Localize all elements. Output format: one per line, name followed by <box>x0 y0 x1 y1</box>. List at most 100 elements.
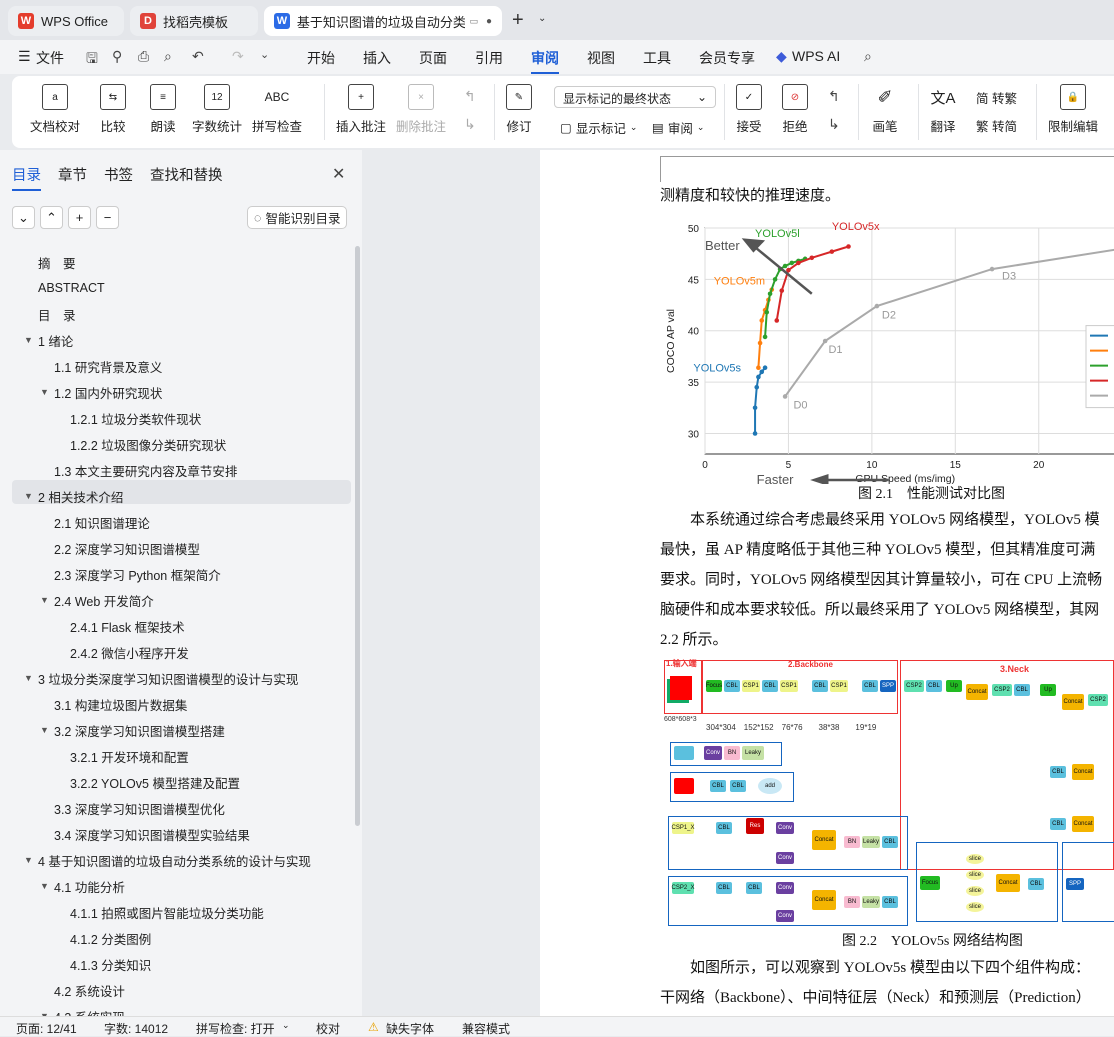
toc-item[interactable]: 4.1.3 分类知识 <box>0 952 350 976</box>
toc-item[interactable]: 3.3 深度学习知识图谱模型优化 <box>0 796 350 820</box>
toc-item[interactable]: ▼ 3 垃圾分类深度学习知识图谱模型的设计与实现 <box>0 666 350 690</box>
prev-comment-icon[interactable]: ↰ <box>464 88 476 105</box>
doc-check-button[interactable]: a 文档校对 <box>30 84 80 135</box>
toc-item[interactable]: 3.1 构建垃圾图片数据集 <box>0 692 350 716</box>
menu-wps-ai[interactable]: WPS AI <box>792 48 840 64</box>
missing-font-status[interactable]: 缺失字体 <box>386 1020 434 1037</box>
toc-item[interactable]: 2.4.2 微信小程序开发 <box>0 640 350 664</box>
toc-item[interactable]: 4.2 系统设计 <box>0 978 350 1002</box>
collapse-up-button[interactable]: ⌃ <box>40 206 63 229</box>
tab-toc[interactable]: 目录 <box>12 164 41 191</box>
toc-item[interactable]: 1.3 本文主要研究内容及章节安排 <box>0 458 350 482</box>
pen-button[interactable]: ✐ 画笔 <box>872 84 898 135</box>
to-traditional-button[interactable]: 简 转繁 <box>976 88 1017 107</box>
proofread-status[interactable]: 校对 <box>316 1020 340 1037</box>
toc-item[interactable]: 4.1.2 分类图例 <box>0 926 350 950</box>
toc-item[interactable]: 2.4.1 Flask 框架技术 <box>0 614 350 638</box>
expand-arrow-icon[interactable]: ▼ <box>24 855 33 865</box>
toc-item[interactable]: ▼ 4.1 功能分析 <box>0 874 350 898</box>
add-toc-button[interactable]: + <box>68 206 91 229</box>
expand-arrow-icon[interactable]: ▼ <box>24 491 33 501</box>
close-icon[interactable]: ✕ <box>332 164 345 184</box>
toc-item[interactable]: 4.1.1 拍照或图片智能垃圾分类功能 <box>0 900 350 924</box>
show-markup-button[interactable]: ▢ 显示标记 ⌄ <box>560 118 637 137</box>
toc-item[interactable]: 1.1 研究背景及意义 <box>0 354 350 378</box>
tab-sections[interactable]: 章节 <box>58 164 87 185</box>
remove-toc-button[interactable]: − <box>96 206 119 229</box>
unsaved-dot-icon[interactable]: ● <box>486 16 492 27</box>
scrollbar[interactable] <box>355 246 360 826</box>
accept-button[interactable]: ✓ 接受 <box>736 84 762 135</box>
toc-item[interactable]: ▼ 4 基于知识图谱的垃圾自动分类系统的设计与实现 <box>0 848 350 872</box>
expand-arrow-icon[interactable]: ▼ <box>40 881 49 891</box>
revise-button[interactable]: ✎ 修订 <box>506 84 532 135</box>
toc-item[interactable]: ▼ 2 相关技术介绍 <box>0 484 350 508</box>
search-icon[interactable]: ⌕ <box>864 48 872 65</box>
spell-check-status[interactable]: 拼写检查: 打开 <box>196 1020 275 1037</box>
menu-tools[interactable]: 工具 <box>643 48 671 68</box>
to-simplified-button[interactable]: 繁 转简 <box>976 116 1017 135</box>
menu-member[interactable]: 会员专享 <box>699 48 755 68</box>
menu-insert[interactable]: 插入 <box>363 48 391 68</box>
print-preview-icon[interactable]: ⌕ <box>164 48 172 65</box>
restrict-edit-button[interactable]: 🔒 限制编辑 <box>1048 84 1098 135</box>
toc-item[interactable]: 3.4 深度学习知识图谱模型实验结果 <box>0 822 350 846</box>
toc-item[interactable]: ▼ 3.2 深度学习知识图谱模型搭建 <box>0 718 350 742</box>
chevron-down-icon[interactable]: ⌄ <box>260 48 269 61</box>
expand-arrow-icon[interactable]: ▼ <box>24 673 33 683</box>
menu-reference[interactable]: 引用 <box>475 48 503 68</box>
tab-wps-office[interactable]: W WPS Office <box>8 6 124 36</box>
word-count[interactable]: 字数: 14012 <box>104 1020 168 1037</box>
tab-document[interactable]: W 基于知识图谱的垃圾自动分类 ▭ ● <box>264 6 502 36</box>
page-indicator[interactable]: 页面: 12/41 <box>16 1020 77 1037</box>
prev-change-icon[interactable]: ↰ <box>828 88 840 105</box>
word-count-button[interactable]: 12 字数统计 <box>192 84 242 135</box>
delete-comment-button[interactable]: × 删除批注 <box>396 84 446 135</box>
expand-arrow-icon[interactable]: ▼ <box>40 725 49 735</box>
toc-item[interactable]: 2.3 深度学习 Python 框架简介 <box>0 562 350 586</box>
menu-view[interactable]: 视图 <box>587 48 615 68</box>
tab-find-replace[interactable]: 查找和替换 <box>150 164 223 185</box>
next-comment-icon[interactable]: ↳ <box>464 116 476 133</box>
chevron-down-icon[interactable]: ⌄ <box>538 13 546 24</box>
reject-button[interactable]: ⊘ 拒绝 <box>782 84 808 135</box>
toc-item[interactable]: ▼ 1.2 国内外研究现状 <box>0 380 350 404</box>
compare-button[interactable]: ⇆ 比较 <box>100 84 126 135</box>
expand-arrow-icon[interactable]: ▼ <box>40 387 49 397</box>
expand-arrow-icon[interactable]: ▼ <box>24 335 33 345</box>
review-pane-button[interactable]: ▤ 审阅 ⌄ <box>652 118 704 137</box>
insert-comment-button[interactable]: + 插入批注 <box>336 84 386 135</box>
smart-toc-button[interactable]: ◌ 智能识别目录 <box>247 206 348 229</box>
menu-page[interactable]: 页面 <box>419 48 447 68</box>
redo-icon[interactable]: ↷ <box>232 48 244 65</box>
collapse-down-button[interactable]: ⌄ <box>12 206 35 229</box>
tab-docer[interactable]: D 找稻壳模板 <box>130 6 258 36</box>
toc-item[interactable]: 目 录 <box>0 302 350 326</box>
toc-item[interactable]: ABSTRACT <box>0 276 350 300</box>
toc-item[interactable]: 2.1 知识图谱理论 <box>0 510 350 534</box>
save-icon[interactable]: 🖫 <box>86 48 98 72</box>
tab-bookmarks[interactable]: 书签 <box>104 164 133 185</box>
toc-item[interactable]: ▼ 2.4 Web 开发简介 <box>0 588 350 612</box>
share-icon[interactable]: ⚲ <box>112 48 122 65</box>
toc-item[interactable]: 3.2.2 YOLOv5 模型搭建及配置 <box>0 770 350 794</box>
menu-review[interactable]: 审阅 <box>531 48 559 74</box>
read-aloud-button[interactable]: ≡ 朗读 <box>150 84 176 135</box>
spell-check-button[interactable]: ABC 拼写检查 <box>252 84 302 135</box>
new-tab-icon[interactable]: + <box>512 9 524 32</box>
menu-start[interactable]: 开始 <box>307 48 335 68</box>
print-icon[interactable]: ⎙ <box>138 48 149 65</box>
menu-file[interactable]: 文件 <box>36 48 64 68</box>
next-change-icon[interactable]: ↳ <box>828 116 840 133</box>
undo-icon[interactable]: ↶ <box>192 48 204 65</box>
toc-item[interactable]: 2.2 深度学习知识图谱模型 <box>0 536 350 560</box>
toc-item[interactable]: 3.2.1 开发环境和配置 <box>0 744 350 768</box>
markup-state-select[interactable]: 显示标记的最终状态 ⌄ <box>554 86 716 108</box>
expand-arrow-icon[interactable]: ▼ <box>40 595 49 605</box>
hamburger-icon[interactable]: ☰ <box>18 48 31 65</box>
translate-button[interactable]: 文A 翻译 <box>930 84 956 135</box>
toc-item[interactable]: ▼ 1 绪论 <box>0 328 350 352</box>
toc-item[interactable]: 摘 要 <box>0 250 350 274</box>
toc-item[interactable]: 1.2.1 垃圾分类软件现状 <box>0 406 350 430</box>
toc-item[interactable]: 1.2.2 垃圾图像分类研究现状 <box>0 432 350 456</box>
